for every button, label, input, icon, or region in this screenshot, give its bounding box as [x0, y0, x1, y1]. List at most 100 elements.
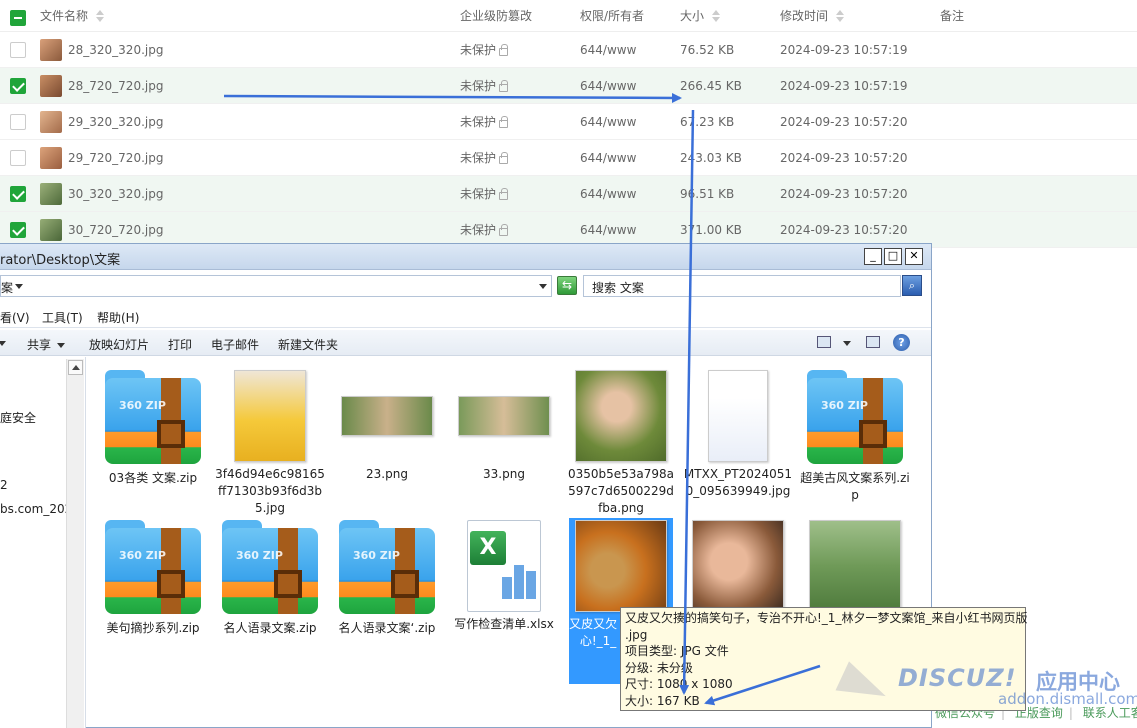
- file-permission[interactable]: 644/www: [580, 104, 636, 139]
- organize-chevron-icon[interactable]: [0, 341, 6, 346]
- sort-icon[interactable]: [712, 9, 721, 22]
- image-thumbnail: [809, 520, 901, 612]
- toolbar-slideshow[interactable]: 放映幻灯片: [89, 336, 149, 353]
- column-tamper-label: 企业级防篡改: [460, 9, 533, 23]
- tamper-status[interactable]: 未保护: [460, 212, 509, 247]
- toolbar-share[interactable]: 共享: [27, 336, 66, 353]
- table-row[interactable]: 28_720_720.jpg 未保护 644/www 266.45 KB 2024-09…: [0, 68, 1137, 104]
- toolbar-new-folder[interactable]: 新建文件夹: [278, 336, 338, 353]
- image-thumbnail: [234, 370, 306, 462]
- tamper-status[interactable]: 未保护: [460, 176, 509, 211]
- row-checkbox[interactable]: [10, 114, 26, 130]
- lock-icon: [499, 43, 509, 56]
- nav-scrollbar[interactable]: [66, 359, 84, 728]
- sort-icon[interactable]: [96, 9, 105, 22]
- maximize-button[interactable]: □: [884, 248, 902, 265]
- lock-icon: [499, 151, 509, 164]
- file-name[interactable]: 29_320_320.jpg: [68, 104, 163, 139]
- close-button[interactable]: ✕: [905, 248, 923, 265]
- file-mtime: 2024-09-23 10:57:20: [780, 222, 908, 237]
- address-history-chevron-icon[interactable]: [539, 284, 547, 289]
- scroll-up-icon[interactable]: [68, 360, 83, 375]
- image-thumbnail: [708, 370, 768, 462]
- menu-view[interactable]: 看(V): [0, 309, 30, 326]
- table-row[interactable]: 30_320_320.jpg 未保护 644/www 96.51 KB 2024-09-…: [0, 176, 1137, 212]
- tamper-status[interactable]: 未保护: [460, 32, 509, 67]
- file-item[interactable]: 360 ZIP 名人语录文案‘.zip: [332, 520, 442, 637]
- file-item[interactable]: 3f46d94e6c98165ff71303b93f6d3b5.jpg: [215, 370, 325, 517]
- file-name[interactable]: 28_320_320.jpg: [68, 32, 163, 67]
- file-mtime: 2024-09-23 10:57:19: [780, 42, 908, 57]
- file-permission[interactable]: 644/www: [580, 140, 636, 175]
- file-item[interactable]: 23.png: [332, 370, 442, 483]
- toolbar-email[interactable]: 电子邮件: [211, 336, 259, 353]
- tamper-status[interactable]: 未保护: [460, 68, 509, 103]
- tamper-status[interactable]: 未保护: [460, 140, 509, 175]
- file-label: 名人语录文案‘.zip: [338, 621, 436, 635]
- file-item[interactable]: 360 ZIP 名人语录文案.zip: [215, 520, 325, 637]
- toolbar-print[interactable]: 打印: [168, 336, 192, 353]
- address-dropdown-icon[interactable]: [15, 284, 23, 289]
- file-name[interactable]: 30_720_720.jpg: [68, 212, 163, 247]
- file-permission[interactable]: 644/www: [580, 212, 636, 247]
- table-row[interactable]: 28_320_320.jpg 未保护 644/www 76.52 KB 2024-09-…: [0, 32, 1137, 68]
- explorer-title-bar[interactable]: rator\Desktop\文案 _ □ ✕: [0, 244, 931, 270]
- menu-tools[interactable]: 工具(T): [42, 309, 83, 326]
- column-mtime-header[interactable]: 修改时间: [780, 0, 845, 31]
- view-chevron-icon[interactable]: [843, 341, 851, 346]
- file-permission[interactable]: 644/www: [580, 32, 636, 67]
- table-row[interactable]: 29_320_320.jpg 未保护 644/www 67.23 KB 2024-09-…: [0, 104, 1137, 140]
- search-input[interactable]: 搜索 文案: [583, 275, 901, 297]
- tooltip-name: 又皮又欠揍的搞笑句子，专治不开心!_1_林夕一梦文案馆_来自小红书网页版: [625, 611, 1028, 625]
- file-item[interactable]: 360 ZIP 超美古风文案系列.zip: [800, 370, 910, 504]
- file-thumbnail: [40, 183, 62, 205]
- address-input[interactable]: 案: [0, 275, 552, 297]
- nav-item[interactable]: 庭安全: [0, 409, 36, 426]
- file-item[interactable]: [800, 520, 910, 612]
- file-label: 33.png: [483, 467, 525, 481]
- file-item[interactable]: 360 ZIP 03各类 文案.zip: [98, 370, 208, 487]
- footer-link-contact[interactable]: 联系人工客: [1083, 706, 1137, 720]
- row-checkbox[interactable]: [10, 150, 26, 166]
- file-permission[interactable]: 644/www: [580, 176, 636, 211]
- discuz-watermark: DISCUZ! 应用中心 addon.dismall.com: [835, 660, 1137, 711]
- row-checkbox[interactable]: [10, 42, 26, 58]
- column-name-header[interactable]: 文件名称: [40, 0, 105, 31]
- column-size-header[interactable]: 大小: [680, 0, 721, 31]
- tamper-status[interactable]: 未保护: [460, 104, 509, 139]
- row-checkbox[interactable]: [10, 222, 26, 238]
- explorer-title: rator\Desktop\文案: [0, 253, 121, 268]
- nav-item[interactable]: 2: [0, 478, 8, 492]
- file-item[interactable]: MTXX_PT20240510_095639949.jpg: [683, 370, 793, 500]
- table-row[interactable]: 29_720_720.jpg 未保护 644/www 243.03 KB 2024-09…: [0, 140, 1137, 176]
- view-options-icon[interactable]: [817, 336, 831, 348]
- row-checkbox[interactable]: [10, 186, 26, 202]
- file-item[interactable]: 360 ZIP 美句摘抄系列.zip: [98, 520, 208, 637]
- zip-archive-icon: 360 ZIP: [105, 520, 201, 616]
- row-checkbox[interactable]: [10, 78, 26, 94]
- file-item[interactable]: 0350b5e53a798a597c7d6500229dfba.png: [566, 370, 676, 517]
- nav-item[interactable]: bs.com_202: [0, 502, 72, 516]
- minimize-button[interactable]: _: [864, 248, 882, 265]
- select-all-checkbox[interactable]: [10, 10, 26, 26]
- help-icon[interactable]: ?: [893, 334, 910, 351]
- preview-pane-icon[interactable]: [866, 336, 880, 348]
- column-perm-label: 权限/所有者: [580, 9, 645, 23]
- watermark-arrow-icon: [835, 661, 893, 711]
- sort-icon[interactable]: [836, 9, 845, 22]
- zip-archive-icon: 360 ZIP: [339, 520, 435, 616]
- file-item[interactable]: X 写作检查清单.xlsx: [449, 520, 559, 633]
- file-size: 76.52 KB: [680, 42, 735, 57]
- file-item[interactable]: [683, 520, 793, 612]
- refresh-go-icon[interactable]: ⇆: [557, 276, 577, 295]
- menu-help[interactable]: 帮助(H): [97, 309, 139, 326]
- column-perm-header: 权限/所有者: [580, 0, 644, 31]
- file-item[interactable]: 33.png: [449, 370, 559, 483]
- search-icon[interactable]: ⌕: [902, 275, 922, 296]
- zip-archive-icon: 360 ZIP: [807, 370, 903, 466]
- file-permission[interactable]: 644/www: [580, 68, 636, 103]
- file-name[interactable]: 28_720_720.jpg: [68, 68, 163, 103]
- file-name[interactable]: 30_320_320.jpg: [68, 176, 163, 211]
- file-thumbnail: [40, 75, 62, 97]
- file-name[interactable]: 29_720_720.jpg: [68, 140, 163, 175]
